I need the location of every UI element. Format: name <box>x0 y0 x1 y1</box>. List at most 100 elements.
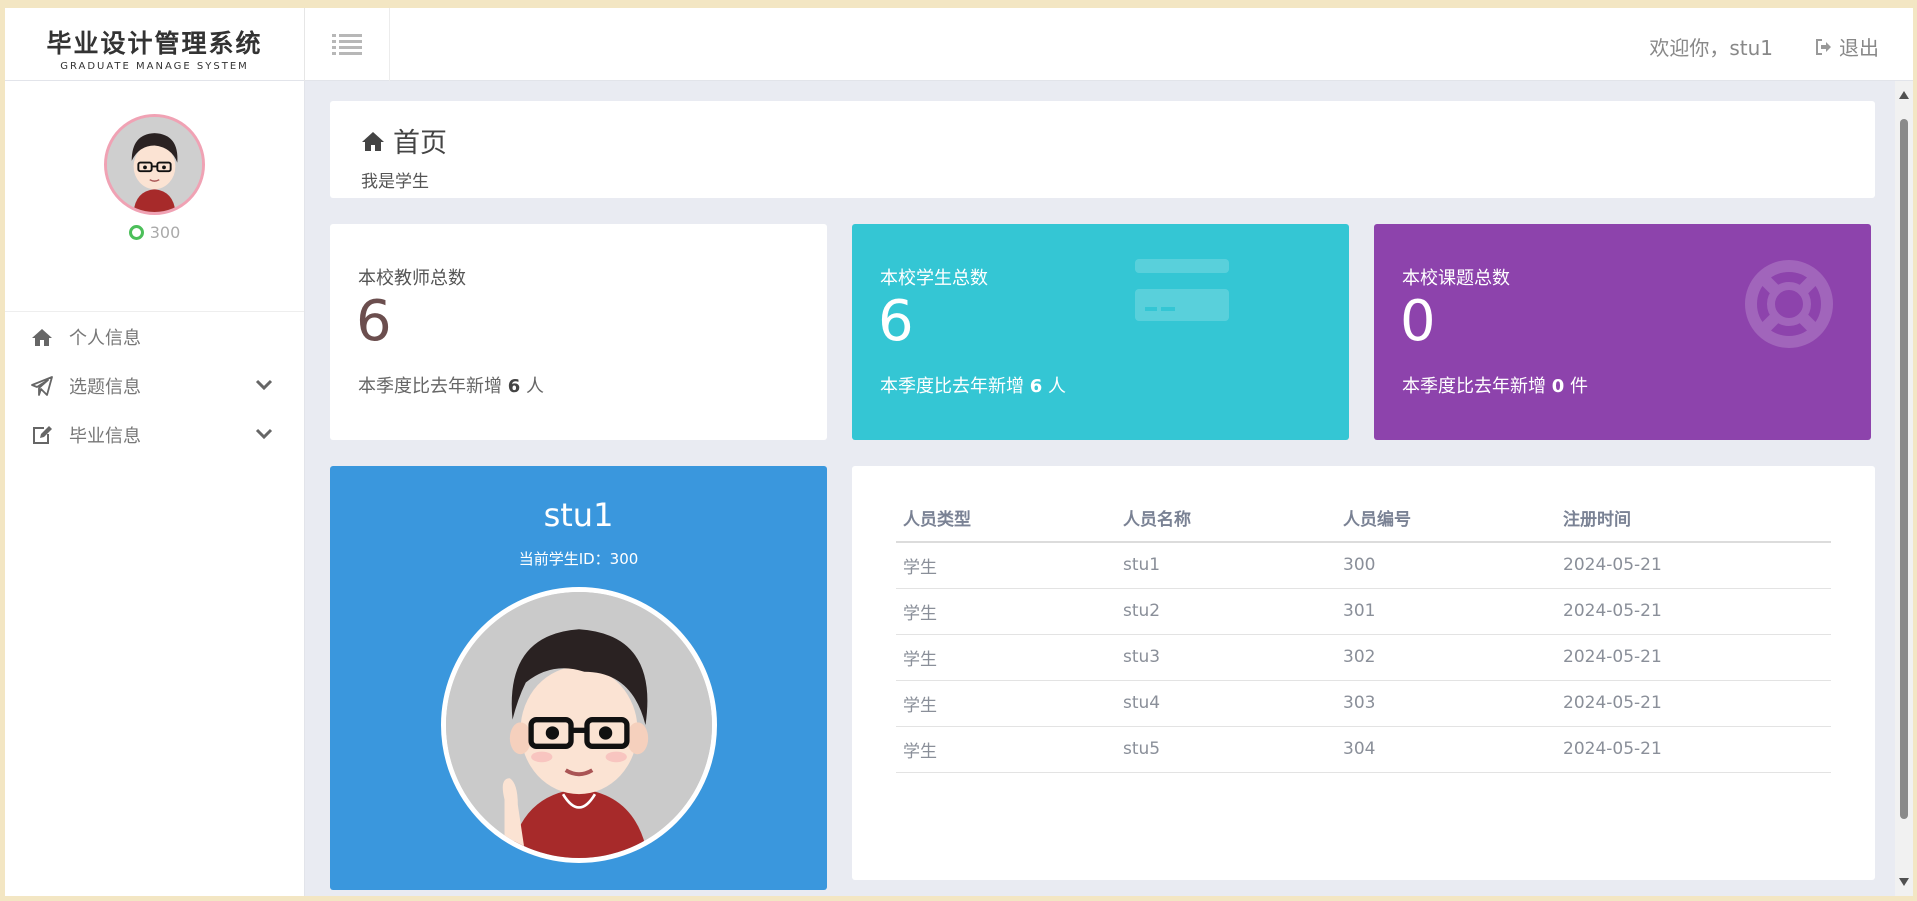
stat-card-teachers: 本校教师总数 6 本季度比去年新增 6 人 <box>330 224 827 440</box>
stat-value: 6 <box>356 289 392 354</box>
edit-icon <box>33 425 52 444</box>
table-row: 学生 stu2 301 2024-05-21 <box>896 588 1831 635</box>
paper-plane-icon <box>31 375 53 396</box>
stat-footer-number: 0 <box>1551 376 1565 397</box>
sidebar-profile: 300 <box>5 114 304 312</box>
sidebar-item-personal-info[interactable]: 个人信息 <box>5 312 304 361</box>
table-cell: 301 <box>1336 588 1556 635</box>
table-cell: 2024-05-21 <box>1556 588 1831 635</box>
online-status: 300 <box>5 223 304 242</box>
menu-toggle-button[interactable] <box>305 8 390 81</box>
scroll-thumb[interactable] <box>1900 119 1908 819</box>
table-row: 学生 stu1 300 2024-05-21 <box>896 542 1831 589</box>
home-icon <box>362 131 384 151</box>
table-cell: 2024-05-21 <box>1556 726 1831 773</box>
table-cell: stu2 <box>1116 588 1336 635</box>
stat-footer-text: 本季度比去年新增 <box>880 376 1024 397</box>
chevron-down-icon[interactable] <box>255 378 273 392</box>
column-header: 人员名称 <box>1116 494 1336 543</box>
sidebar-menu: 个人信息 选题信息 毕业信息 <box>5 312 304 459</box>
stat-footer: 本季度比去年新增 6 人 <box>358 372 544 398</box>
stat-card-topics: 本校课题总数 0 本季度比去年新增 0 件 <box>1374 224 1871 440</box>
table-cell: 304 <box>1336 726 1556 773</box>
table-cell: 300 <box>1336 542 1556 589</box>
brand-logo[interactable]: 毕业设计管理系统 GRADUATE MANAGE SYSTEM <box>5 8 305 81</box>
chevron-down-icon[interactable] <box>255 427 273 441</box>
people-table: 人员类型 人员名称 人员编号 注册时间 学生 stu1 300 2024-05-… <box>896 494 1831 773</box>
stat-footer: 本季度比去年新增 0 件 <box>1402 372 1588 398</box>
profile-avatar[interactable] <box>440 587 717 863</box>
app-window: 毕业设计管理系统 GRADUATE MANAGE SYSTEM 欢迎你，stu1… <box>5 8 1913 896</box>
stat-card-students: 本校学生总数 6 本季度比去年新增 6 人 <box>852 224 1349 440</box>
sidebar-item-topic-info[interactable]: 选题信息 <box>5 361 304 410</box>
table-cell: 学生 <box>896 726 1116 773</box>
avatar-image <box>445 592 712 858</box>
sidebar-item-label: 个人信息 <box>69 327 141 349</box>
table-cell: 学生 <box>896 680 1116 727</box>
people-table-card: 人员类型 人员名称 人员编号 注册时间 学生 stu1 300 2024-05-… <box>852 466 1875 880</box>
table-cell: 303 <box>1336 680 1556 727</box>
stat-label: 本校课题总数 <box>1402 268 1510 289</box>
sidebar-item-label: 毕业信息 <box>69 425 141 447</box>
status-circle-icon <box>128 225 144 240</box>
vertical-scrollbar[interactable] <box>1895 81 1913 896</box>
logout-button[interactable]: 退出 <box>1815 32 1879 61</box>
stat-footer-text: 本季度比去年新增 <box>358 376 502 397</box>
stat-value: 6 <box>878 289 914 354</box>
table-cell: 学生 <box>896 634 1116 681</box>
life-ring-icon <box>1745 260 1833 348</box>
table-cell: 302 <box>1336 634 1556 681</box>
stat-footer-number: 6 <box>1029 376 1043 397</box>
page-header: 首页 我是学生 <box>330 101 1875 198</box>
scroll-down-arrow-icon[interactable] <box>1899 878 1909 886</box>
credit-card-icon <box>1135 259 1229 321</box>
brand-title: 毕业设计管理系统 <box>46 29 263 58</box>
table-cell: stu4 <box>1116 680 1336 727</box>
logout-label: 退出 <box>1839 36 1879 60</box>
sidebar-item-label: 选题信息 <box>69 376 141 398</box>
table-row: 学生 stu4 303 2024-05-21 <box>896 680 1831 727</box>
avatar-image <box>107 117 202 212</box>
stat-footer-unit: 人 <box>1048 376 1066 397</box>
profile-id: 当前学生ID：300 <box>518 550 639 568</box>
sign-out-icon <box>1816 38 1831 55</box>
stat-footer-unit: 人 <box>526 376 544 397</box>
profile-name: stu1 <box>543 496 614 534</box>
page-title: 首页 <box>361 121 447 160</box>
status-value: 300 <box>149 223 181 242</box>
stat-footer-number: 6 <box>507 376 521 397</box>
table-cell: 2024-05-21 <box>1556 680 1831 727</box>
table-cell: stu3 <box>1116 634 1336 681</box>
home-icon <box>32 328 52 346</box>
column-header: 注册时间 <box>1556 494 1831 543</box>
sidebar: 300 个人信息 选题信息 毕业信息 <box>5 81 305 896</box>
table-cell: stu5 <box>1116 726 1336 773</box>
column-header: 人员类型 <box>896 494 1116 543</box>
column-header: 人员编号 <box>1336 494 1556 543</box>
stat-label: 本校学生总数 <box>880 268 988 289</box>
sidebar-item-graduation-info[interactable]: 毕业信息 <box>5 410 304 459</box>
table-cell: 学生 <box>896 542 1116 589</box>
page-title-text: 首页 <box>393 128 447 159</box>
table-header-row: 人员类型 人员名称 人员编号 注册时间 <box>896 494 1831 543</box>
top-bar: 毕业设计管理系统 GRADUATE MANAGE SYSTEM 欢迎你，stu1… <box>5 8 1913 81</box>
main-content: 首页 我是学生 本校教师总数 6 本季度比去年新增 6 人 本校学生总数 6 本… <box>305 81 1895 896</box>
brand-subtitle: GRADUATE MANAGE SYSTEM <box>60 61 249 72</box>
stat-footer: 本季度比去年新增 6 人 <box>880 372 1066 398</box>
table-cell: 学生 <box>896 588 1116 635</box>
stat-value: 0 <box>1400 289 1436 354</box>
welcome-text: 欢迎你，stu1 <box>1649 36 1773 60</box>
profile-card: stu1 当前学生ID：300 <box>330 466 827 890</box>
stat-footer-text: 本季度比去年新增 <box>1402 376 1546 397</box>
table-row: 学生 stu3 302 2024-05-21 <box>896 634 1831 681</box>
table-cell: stu1 <box>1116 542 1336 589</box>
table-cell: 2024-05-21 <box>1556 634 1831 681</box>
table-row: 学生 stu5 304 2024-05-21 <box>896 726 1831 773</box>
stat-label: 本校教师总数 <box>358 268 466 289</box>
avatar[interactable] <box>104 114 205 215</box>
page-subtitle: 我是学生 <box>361 172 429 192</box>
scroll-up-arrow-icon[interactable] <box>1899 91 1909 99</box>
stat-footer-unit: 件 <box>1570 376 1588 397</box>
table-cell: 2024-05-21 <box>1556 542 1831 589</box>
list-icon <box>332 33 362 55</box>
